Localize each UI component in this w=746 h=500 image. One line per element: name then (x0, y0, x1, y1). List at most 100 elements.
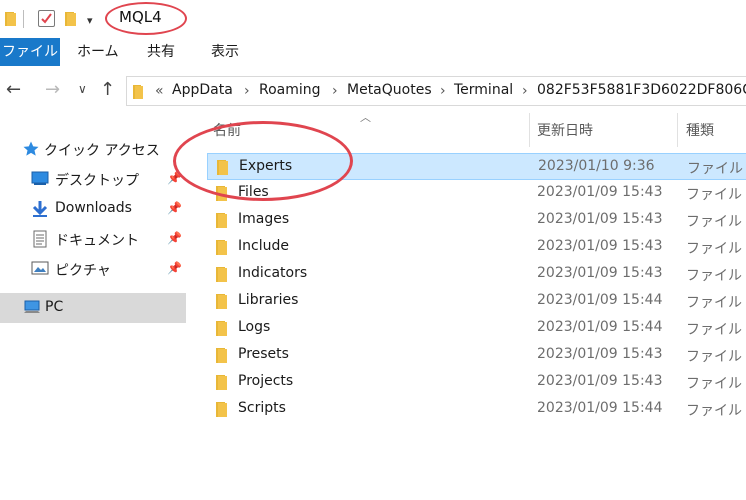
title-bar: ▾ MQL4 (0, 0, 746, 38)
folder-icon (215, 401, 229, 422)
new-folder-icon[interactable] (64, 11, 78, 31)
folder-icon (215, 212, 229, 233)
file-list: ︿ 名前 更新日時 種類 Experts 2023/01/10 9:36 ファイル … (173, 107, 746, 500)
file-type: ファイル フォ (686, 214, 746, 230)
file-type: ファイル フォ (686, 187, 746, 203)
file-modified-date: 2023/01/09 15:43 (537, 346, 663, 362)
file-type: ファイル フォ (687, 161, 746, 177)
address-bar[interactable]: « AppData › Roaming › MetaQuotes › Termi… (126, 76, 746, 106)
folder-icon (132, 84, 145, 104)
sidebar-item-desktop[interactable]: デスクトップ 📌 (0, 164, 186, 194)
file-name: Libraries (238, 292, 299, 308)
sidebar-item-label: ピクチャ (55, 263, 111, 279)
file-modified-date: 2023/01/10 9:36 (538, 158, 655, 174)
column-header-modified[interactable]: 更新日時 (537, 120, 593, 140)
file-type: ファイル フォ (686, 322, 746, 338)
breadcrumb-terminal-id[interactable]: 082F53F5881F3D6022DF806C3D (537, 82, 746, 98)
forward-arrow-icon[interactable]: → (45, 79, 60, 100)
sidebar-item-label: クイック アクセス (44, 143, 160, 159)
document-icon (32, 230, 48, 252)
sidebar-item-label: Downloads (55, 200, 132, 216)
tab-share[interactable]: 共有 (147, 38, 175, 66)
file-type: ファイル フォ (686, 403, 746, 419)
window-title: MQL4 (119, 8, 162, 26)
back-arrow-icon[interactable]: ← (6, 79, 21, 100)
desktop-icon (31, 170, 49, 190)
chevron-right-icon[interactable]: › (332, 83, 338, 99)
file-modified-date: 2023/01/09 15:43 (537, 265, 663, 281)
table-row[interactable]: Presets 2023/01/09 15:43 ファイル フォ (207, 342, 746, 369)
sort-ascending-icon: ︿ (360, 111, 371, 124)
quick-access-dropdown[interactable]: ▾ (87, 14, 93, 27)
file-modified-date: 2023/01/09 15:43 (537, 373, 663, 389)
sidebar-item-documents[interactable]: ドキュメント 📌 (0, 224, 186, 254)
column-header-name[interactable]: 名前 (213, 120, 241, 140)
file-name: Presets (238, 346, 289, 362)
sidebar-item-pictures[interactable]: ピクチャ 📌 (0, 254, 186, 284)
folder-icon (4, 11, 18, 31)
star-icon (22, 140, 40, 162)
table-row[interactable]: Libraries 2023/01/09 15:44 ファイル フォ (207, 288, 746, 315)
file-modified-date: 2023/01/09 15:44 (537, 292, 663, 308)
file-name: Indicators (238, 265, 308, 281)
column-divider[interactable] (677, 113, 678, 147)
navigation-pane: クイック アクセス デスクトップ 📌 Downloads 📌 ドキュメント 📌 … (0, 107, 186, 500)
file-name: Projects (238, 373, 294, 389)
up-arrow-icon[interactable]: ↑ (100, 79, 115, 100)
toolbar-divider (23, 10, 24, 28)
folder-icon (216, 159, 230, 180)
chevron-right-icon[interactable]: › (244, 83, 250, 99)
file-name: Logs (238, 319, 271, 335)
tab-file[interactable]: ファイル (0, 38, 60, 66)
table-row[interactable]: Logs 2023/01/09 15:44 ファイル フォ (207, 315, 746, 342)
file-type: ファイル フォ (686, 349, 746, 365)
pictures-icon (31, 260, 49, 280)
tab-home[interactable]: ホーム (77, 38, 119, 66)
sidebar-item-label: PC (45, 299, 64, 315)
folder-icon (215, 266, 229, 287)
folder-icon (215, 374, 229, 395)
recent-locations-chevron-icon[interactable]: ∨ (78, 82, 87, 96)
file-name: Files (238, 184, 269, 200)
pin-icon[interactable]: 📌 (167, 171, 182, 185)
path-overflow[interactable]: « (155, 83, 164, 99)
sidebar-item-quick-access[interactable]: クイック アクセス (0, 134, 186, 164)
column-header-type[interactable]: 種類 (686, 120, 714, 140)
column-divider[interactable] (529, 113, 530, 147)
sidebar-item-downloads[interactable]: Downloads 📌 (0, 194, 186, 224)
folder-icon (215, 239, 229, 260)
table-row[interactable]: Scripts 2023/01/09 15:44 ファイル フォ (207, 396, 746, 423)
tab-view[interactable]: 表示 (211, 38, 239, 66)
sidebar-item-label: ドキュメント (55, 233, 139, 249)
file-name: Experts (239, 158, 293, 174)
breadcrumb-metaquotes[interactable]: MetaQuotes (347, 82, 432, 98)
properties-check-icon[interactable] (38, 10, 55, 27)
table-row[interactable]: Experts 2023/01/10 9:36 ファイル フォ (207, 153, 746, 180)
breadcrumb-roaming[interactable]: Roaming (259, 82, 321, 98)
breadcrumb-terminal[interactable]: Terminal (454, 82, 513, 98)
sidebar-item-label: デスクトップ (55, 173, 139, 189)
table-row[interactable]: Include 2023/01/09 15:43 ファイル フォ (207, 234, 746, 261)
table-row[interactable]: Projects 2023/01/09 15:43 ファイル フォ (207, 369, 746, 396)
pin-icon[interactable]: 📌 (167, 261, 182, 275)
ribbon-tabs: ファイル ホーム 共有 表示 (0, 38, 746, 66)
breadcrumb-appdata[interactable]: AppData (172, 82, 233, 98)
folder-icon (215, 185, 229, 206)
file-name: Scripts (238, 400, 286, 416)
sidebar-item-pc[interactable]: PC (0, 293, 186, 323)
chevron-right-icon[interactable]: › (440, 83, 446, 99)
folder-icon (215, 347, 229, 368)
navigation-bar: ← → ∨ ↑ « AppData › Roaming › MetaQuotes… (0, 73, 746, 107)
file-type: ファイル フォ (686, 268, 746, 284)
file-modified-date: 2023/01/09 15:44 (537, 400, 663, 416)
chevron-right-icon[interactable]: › (522, 83, 528, 99)
pc-icon (23, 299, 41, 319)
file-type: ファイル フォ (686, 376, 746, 392)
table-row[interactable]: Indicators 2023/01/09 15:43 ファイル フォ (207, 261, 746, 288)
pin-icon[interactable]: 📌 (167, 201, 182, 215)
table-row[interactable]: Images 2023/01/09 15:43 ファイル フォ (207, 207, 746, 234)
folder-icon (215, 293, 229, 314)
table-row[interactable]: Files 2023/01/09 15:43 ファイル フォ (207, 180, 746, 207)
pin-icon[interactable]: 📌 (167, 231, 182, 245)
file-modified-date: 2023/01/09 15:43 (537, 211, 663, 227)
